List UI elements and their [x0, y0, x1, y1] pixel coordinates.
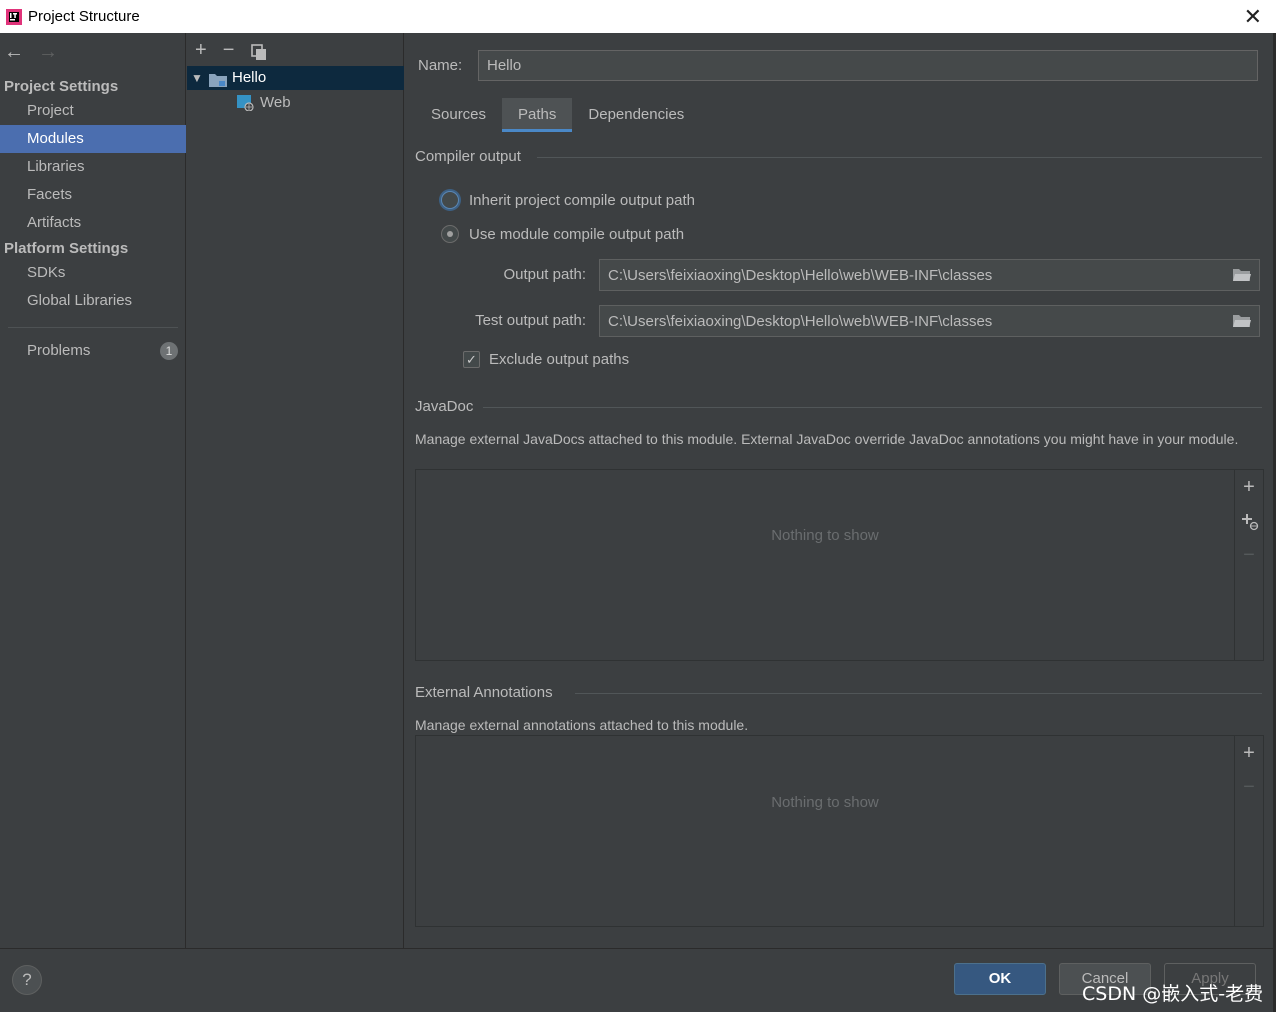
group-divider [483, 407, 1262, 408]
group-divider [537, 157, 1262, 158]
add-icon[interactable]: + [195, 39, 207, 67]
project-settings-header: Project Settings [4, 78, 119, 95]
compiler-output-title: Compiler output [415, 148, 521, 165]
output-path-field[interactable]: C:\Users\feixiaoxing\Desktop\Hello\web\W… [599, 259, 1260, 291]
add-url-icon[interactable] [1239, 504, 1259, 538]
nav-arrows: ← → [4, 41, 58, 64]
sidebar-item-label: Facets [27, 186, 73, 203]
platform-settings-header: Platform Settings [4, 240, 129, 257]
sidebar-item-sdks[interactable]: SDKs [0, 259, 186, 287]
browse-folder-icon[interactable] [1233, 267, 1251, 283]
web-facet-icon [237, 95, 255, 112]
tree-node-hello[interactable]: ▼ Hello [187, 66, 404, 90]
sidebar-item-label: Project [27, 102, 74, 119]
title-bar: Project Structure ✕ [0, 0, 1276, 33]
help-button[interactable]: ? [12, 965, 42, 995]
javadoc-list[interactable]: Nothing to show + − [415, 469, 1264, 661]
tree-node-web[interactable]: Web [237, 91, 291, 115]
empty-state-text: Nothing to show [771, 794, 879, 811]
copy-icon[interactable] [250, 39, 268, 67]
module-folder-icon [209, 71, 227, 87]
sidebar-item-global-libraries[interactable]: Global Libraries [0, 287, 186, 315]
module-name-input[interactable]: Hello [478, 50, 1258, 81]
exclude-output-label: Exclude output paths [489, 351, 630, 368]
sidebar-divider [8, 327, 178, 328]
output-path-value: C:\Users\feixiaoxing\Desktop\Hello\web\W… [608, 266, 993, 284]
test-output-path-field[interactable]: C:\Users\feixiaoxing\Desktop\Hello\web\W… [599, 305, 1260, 337]
watermark: CSDN @嵌入式-老费 [1082, 983, 1264, 1005]
javadoc-title: JavaDoc [415, 398, 474, 415]
tree-node-label: Hello [232, 69, 267, 86]
ok-button[interactable]: OK [954, 963, 1046, 995]
external-annotations-list[interactable]: Nothing to show + − [415, 735, 1264, 927]
forward-arrow-icon[interactable]: → [38, 41, 58, 64]
inherit-output-label: Inherit project compile output path [469, 191, 695, 209]
tree-node-label: Web [260, 94, 291, 111]
back-arrow-icon[interactable]: ← [4, 41, 24, 64]
remove-icon[interactable]: − [1243, 538, 1255, 572]
sidebar-item-libraries[interactable]: Libraries [0, 153, 186, 181]
browse-folder-icon[interactable] [1233, 313, 1251, 329]
module-settings-panel: Name: Hello Sources Paths Dependencies C… [405, 33, 1276, 948]
intellij-app-icon [6, 8, 22, 25]
add-icon[interactable]: + [1243, 736, 1255, 770]
external-annotations-list-toolbar: + − [1235, 736, 1263, 804]
empty-state-text: Nothing to show [771, 527, 879, 544]
sidebar-item-project[interactable]: Project [0, 97, 186, 125]
problems-count-badge: 1 [160, 342, 178, 360]
sidebar-item-facets[interactable]: Facets [0, 181, 186, 209]
javadoc-list-toolbar: + − [1235, 470, 1263, 572]
javadoc-list-area[interactable]: Nothing to show [416, 470, 1235, 660]
exclude-output-paths-row[interactable]: ✓ Exclude output paths [463, 351, 629, 368]
module-output-radio-row[interactable]: Use module compile output path [441, 225, 684, 243]
sidebar-item-label: Artifacts [27, 214, 82, 231]
remove-icon[interactable]: − [1243, 770, 1255, 804]
test-output-path-value: C:\Users\feixiaoxing\Desktop\Hello\web\W… [608, 312, 993, 330]
module-output-radio[interactable] [441, 225, 459, 243]
settings-sidebar: ← → Project Settings Project Modules Lib… [0, 33, 186, 948]
tab-paths[interactable]: Paths [502, 98, 573, 132]
inherit-output-radio-row[interactable]: Inherit project compile output path [441, 191, 695, 209]
exclude-output-checkbox[interactable]: ✓ [463, 351, 480, 368]
output-path-label: Output path: [503, 266, 586, 283]
tab-dependencies[interactable]: Dependencies [572, 98, 700, 131]
sidebar-item-label: Problems [27, 342, 91, 359]
sidebar-item-artifacts[interactable]: Artifacts [0, 209, 186, 237]
module-tabs: Sources Paths Dependencies [415, 98, 700, 132]
sidebar-item-label: Libraries [27, 158, 85, 175]
add-icon[interactable]: + [1243, 470, 1255, 504]
sidebar-item-label: Modules [27, 130, 84, 147]
remove-icon[interactable]: − [223, 39, 235, 67]
tree-toolbar: + − [195, 39, 268, 67]
window-title: Project Structure [28, 8, 140, 25]
sidebar-item-problems[interactable]: Problems 1 [0, 337, 186, 365]
sidebar-item-modules[interactable]: Modules [0, 125, 186, 153]
external-annotations-list-area[interactable]: Nothing to show [416, 736, 1235, 926]
close-icon[interactable]: ✕ [1244, 4, 1262, 30]
dialog-footer: ? OK Cancel Apply CSDN @嵌入式-老费 [0, 948, 1276, 1012]
module-tree-panel: + − ▼ Hello Web [187, 33, 404, 948]
external-annotations-title: External Annotations [415, 684, 553, 701]
inherit-output-radio[interactable] [441, 191, 459, 209]
name-label: Name: [418, 57, 463, 74]
tab-sources[interactable]: Sources [415, 98, 502, 131]
javadoc-description: Manage external JavaDocs attached to thi… [415, 431, 1239, 447]
group-divider [575, 693, 1262, 694]
sidebar-item-label: SDKs [27, 264, 66, 281]
test-output-path-label: Test output path: [475, 312, 586, 329]
sidebar-item-label: Global Libraries [27, 292, 133, 309]
external-annotations-description: Manage external annotations attached to … [415, 717, 749, 733]
expand-caret-icon[interactable]: ▼ [191, 66, 209, 90]
module-output-label: Use module compile output path [469, 225, 685, 243]
